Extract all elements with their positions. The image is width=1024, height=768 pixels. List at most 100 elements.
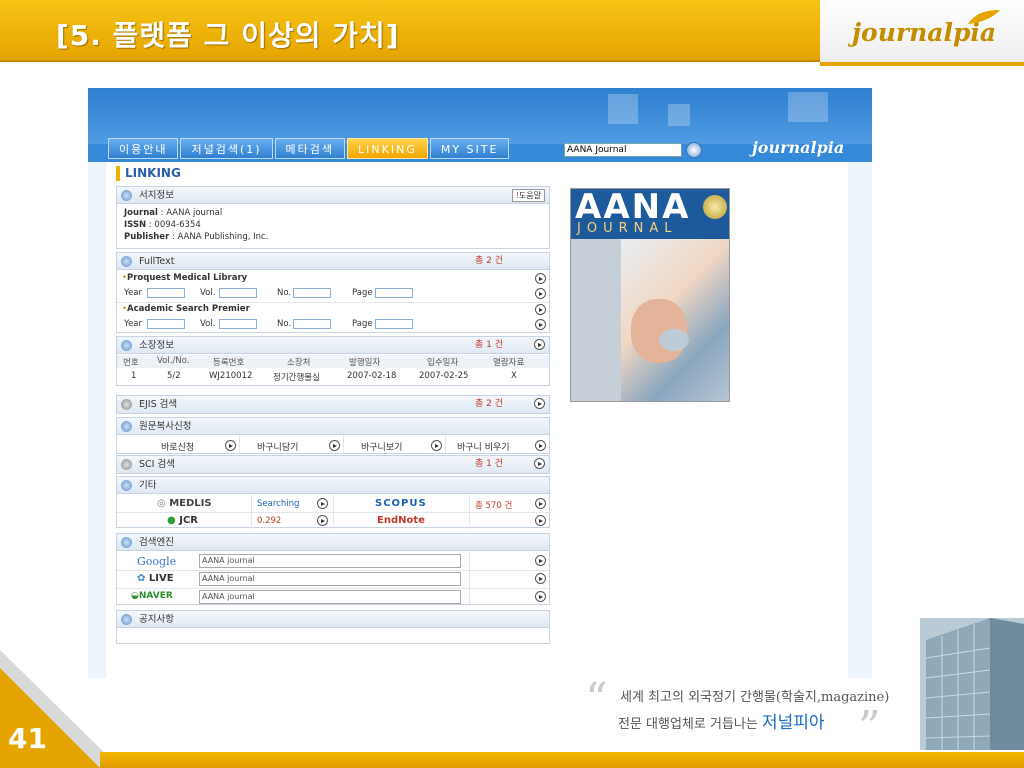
holdings-cell-pubdate: 2007-02-18 [347, 371, 397, 381]
row-divider [117, 302, 551, 303]
google-logo[interactable]: Google [137, 555, 176, 568]
page-input[interactable] [375, 319, 413, 329]
docdelivery-title: 원문복사신청 [139, 421, 192, 432]
row-divider [117, 570, 551, 571]
year-input[interactable] [147, 288, 185, 298]
site-logo[interactable]: journalpia [752, 138, 844, 157]
fulltext-source-1-name[interactable]: Proquest Medical Library [127, 273, 247, 283]
publisher-value: : AANA Publishing, Inc. [171, 232, 269, 242]
scopus-logo[interactable]: SCOPUS [375, 498, 427, 509]
go-arrow-icon[interactable] [535, 304, 546, 315]
col-divider [469, 552, 470, 606]
nav-meta-search[interactable]: 메타검색 [274, 138, 346, 159]
go-arrow-icon[interactable] [535, 440, 546, 451]
slide-title: [5. 플랫폼 그 이상의 가치] [56, 19, 400, 52]
go-arrow-icon[interactable] [535, 555, 546, 566]
nav-guide[interactable]: 이용안내 [108, 138, 179, 159]
go-arrow-icon[interactable] [535, 515, 546, 526]
publisher-label: Publisher [124, 232, 170, 242]
naver-search-input[interactable]: AANA journal [199, 590, 461, 604]
live-search-input[interactable]: AANA journal [199, 572, 461, 586]
year-input[interactable] [147, 319, 185, 329]
fulltext-source-1: •Proquest Medical Library [122, 273, 247, 283]
etc-title: 기타 [139, 480, 157, 491]
fulltext-source-2-name[interactable]: Academic Search Premier [127, 304, 250, 314]
journal-line: Journal : AANA journal [124, 208, 222, 218]
cover-seal-icon [703, 195, 727, 219]
ejis-header: EJIS 검색 총 2 건 [117, 396, 549, 413]
go-arrow-icon[interactable] [329, 440, 340, 451]
medlis-status: Searching [257, 499, 300, 509]
nav-my-site[interactable]: MY SITE [429, 138, 510, 159]
bib-header: 서지정보 !도움말 [117, 187, 549, 204]
header-decoration [608, 94, 638, 124]
naver-logo[interactable]: ◒NAVER [131, 591, 173, 601]
medlis-logo[interactable]: ◎ MEDLIS [157, 498, 212, 509]
site-search-input[interactable]: AANA Journal [564, 143, 682, 157]
nav-linking[interactable]: LINKING [347, 138, 428, 159]
info-icon [121, 614, 132, 625]
empty-cart-button[interactable]: 바구니 비우기 [457, 440, 510, 453]
go-arrow-icon[interactable] [534, 458, 545, 469]
endnote-logo[interactable]: EndNote [377, 515, 425, 526]
jcr-logo[interactable]: ● JCR [167, 515, 198, 526]
google-search-input[interactable]: AANA journal [199, 554, 461, 568]
page-input[interactable] [375, 288, 413, 298]
info-icon [121, 190, 132, 201]
left-margin [88, 162, 106, 678]
go-arrow-icon[interactable] [317, 515, 328, 526]
holdings-panel: 소장정보 총 1 건 번호 Vol./No. 등록번호 소장처 발행일자 입수일… [116, 336, 550, 386]
holdings-count: 총 1 건 [475, 340, 504, 350]
scopus-count: 총 570 건 [475, 501, 513, 511]
go-arrow-icon[interactable] [535, 498, 546, 509]
info-icon [121, 399, 132, 410]
help-button[interactable]: !도움말 [511, 189, 545, 202]
go-arrow-icon[interactable] [535, 591, 546, 602]
holdings-cell-recvdate: 2007-02-25 [419, 371, 469, 381]
go-arrow-icon[interactable] [535, 573, 546, 584]
holdings-cell-location: 정기간행물실 [273, 373, 320, 383]
search-icon[interactable] [686, 142, 702, 158]
go-arrow-icon[interactable] [535, 288, 546, 299]
issn-value: : 0094-6354 [148, 220, 201, 230]
go-arrow-icon[interactable] [317, 498, 328, 509]
holdings-cell-access: X [511, 371, 517, 381]
go-arrow-icon[interactable] [534, 398, 545, 409]
header-decoration [668, 104, 690, 126]
bottom-bar [100, 752, 1024, 768]
fulltext-header: FullText 총 2 건 [117, 253, 549, 270]
fulltext-source-2: •Academic Search Premier [122, 304, 250, 314]
page-number: 41 [8, 722, 47, 755]
cover-oxygen-mask [659, 329, 689, 351]
nav-journal-search[interactable]: 저널검색(1) [180, 138, 273, 159]
field-no: No. [277, 288, 292, 298]
holdings-title: 소장정보 [139, 340, 174, 351]
col-divider [239, 436, 240, 454]
holdings-cell-no: 1 [131, 371, 137, 381]
naver-icon: ◒ [131, 591, 139, 601]
fulltext-count: 총 2 건 [475, 256, 504, 266]
go-arrow-icon[interactable] [534, 339, 545, 350]
go-arrow-icon[interactable] [431, 440, 442, 451]
no-input[interactable] [293, 319, 331, 329]
issn-label: ISSN [124, 220, 147, 230]
live-logo[interactable]: ✿ LIVE [137, 573, 174, 584]
sci-panel: SCI 검색 총 1 건 [116, 455, 550, 474]
add-to-cart-button[interactable]: 바구니담기 [257, 440, 298, 453]
no-input[interactable] [293, 288, 331, 298]
holdings-col-regno: 등록번호 [213, 358, 245, 368]
vol-input[interactable] [219, 319, 257, 329]
go-arrow-icon[interactable] [225, 440, 236, 451]
quote-line-1: 세계 최고의 외국정기 간행물(학술지,magazine) [620, 690, 890, 705]
slide-title-bar: [5. 플랫폼 그 이상의 가치] [0, 0, 820, 62]
quote-line-2-prefix: 전문 대행업체로 거듭나는 [618, 717, 762, 732]
go-arrow-icon[interactable] [535, 319, 546, 330]
vol-input[interactable] [219, 288, 257, 298]
view-cart-button[interactable]: 바구니보기 [361, 440, 402, 453]
holdings-cell-volno: 5/2 [167, 371, 181, 381]
info-icon [121, 421, 132, 432]
go-arrow-icon[interactable] [535, 273, 546, 284]
field-vol: Vol. [200, 288, 216, 298]
quote-highlight: 저널피아 [761, 713, 825, 733]
apply-now-button[interactable]: 바로신청 [161, 440, 194, 453]
